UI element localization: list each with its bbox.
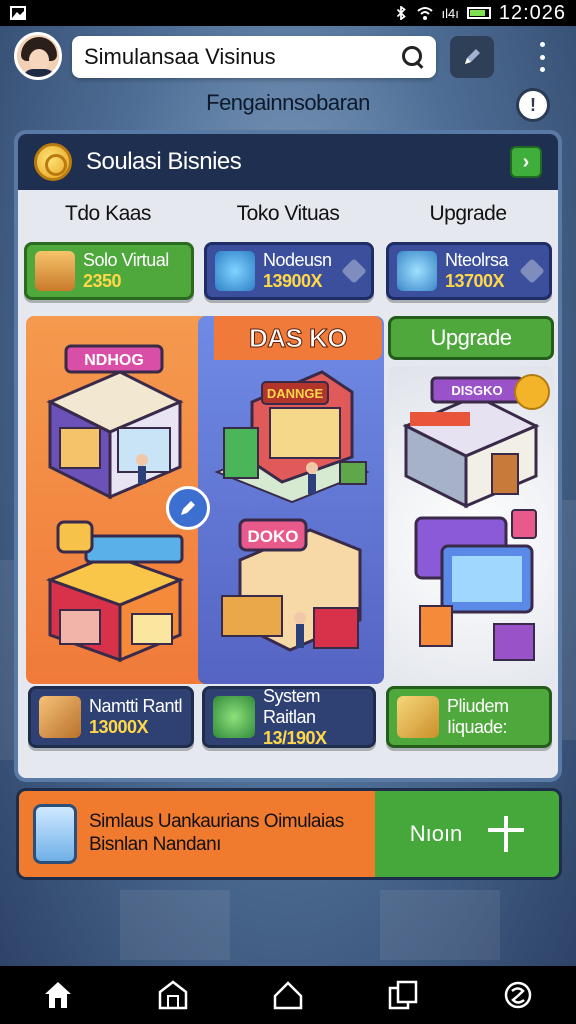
card-solo-virtual[interactable]: Solo Virtual 2350 bbox=[24, 242, 194, 300]
simulation-banner: Simlaus Uankaurians Oimulaias Bisnlan Na… bbox=[16, 788, 562, 880]
card-value: 13700X bbox=[445, 271, 505, 291]
shop-sign: DISGKO bbox=[451, 383, 502, 398]
card-system-raitlan[interactable]: System Raitlan 13/190X bbox=[202, 686, 376, 748]
status-bar: ıl4ı 12:026 bbox=[0, 0, 576, 26]
card-value: 2350 bbox=[83, 271, 122, 291]
house-outline-icon[interactable] bbox=[271, 978, 305, 1012]
edit-shop-button[interactable] bbox=[166, 486, 210, 530]
simulation-info: Simlaus Uankaurians Oimulaias Bisnlan Na… bbox=[19, 791, 375, 877]
dasko-tab[interactable]: DAS KO bbox=[214, 316, 382, 360]
bluetooth-icon bbox=[397, 6, 407, 20]
banner-line-2: Bisnlan Nandanı bbox=[89, 834, 221, 855]
card-value: 13900X bbox=[263, 271, 323, 291]
more-options-icon[interactable] bbox=[530, 42, 554, 72]
search-input[interactable]: Simulansaa Visinus bbox=[84, 44, 402, 70]
bg-decor-bottom-left bbox=[120, 890, 230, 960]
battery-icon bbox=[466, 7, 491, 19]
pencil-icon bbox=[181, 501, 195, 515]
avatar[interactable] bbox=[14, 32, 62, 80]
shop-sign: DOKO bbox=[248, 527, 299, 546]
plant-icon bbox=[213, 696, 255, 738]
shop-illustration-4[interactable]: DOKO bbox=[210, 510, 380, 670]
info-icon[interactable]: ! bbox=[516, 88, 550, 122]
edit-button[interactable] bbox=[450, 36, 494, 78]
card-value: 13/190X bbox=[263, 727, 327, 748]
shop-sign: DANNGE bbox=[267, 386, 324, 401]
card-namtti-rantl[interactable]: Namtti Rantl 13000X bbox=[28, 686, 194, 748]
wifi-icon bbox=[417, 7, 434, 20]
clock: 12:026 bbox=[498, 1, 566, 24]
figure-icon bbox=[397, 251, 437, 291]
card-title: Namtti Rantl bbox=[89, 696, 183, 716]
robot-icon bbox=[215, 251, 255, 291]
jar-icon bbox=[33, 804, 77, 864]
column-label: Tdo Kaas bbox=[65, 202, 151, 225]
settings-swirl-icon[interactable] bbox=[501, 978, 535, 1012]
bottom-nav bbox=[0, 966, 576, 1024]
gallery-icon bbox=[10, 6, 26, 20]
home-icon[interactable] bbox=[41, 978, 75, 1012]
shop-illustration-1[interactable]: NDHOG bbox=[40, 332, 190, 502]
column-labels: Tdo Kaas Toko Vituas Upgrade bbox=[18, 202, 558, 226]
panel-title: Soulasi Bisnies bbox=[86, 148, 242, 175]
store-icon[interactable] bbox=[156, 978, 190, 1012]
cup-icon bbox=[35, 251, 75, 291]
card-pliudem[interactable]: Pliudem Iiquade: bbox=[386, 686, 552, 748]
shop-illustration-2[interactable]: DANNGE bbox=[212, 362, 372, 512]
upgrade-button[interactable]: Upgrade bbox=[388, 316, 554, 360]
banner-action-label: Nıoın bbox=[409, 821, 463, 846]
bg-decor-bottom-right bbox=[380, 890, 500, 960]
tag-icon bbox=[519, 258, 545, 284]
page-subtitle: Fengainnsobaran bbox=[206, 90, 370, 115]
card-title: Pliudem bbox=[447, 696, 509, 716]
banner-action-button[interactable]: Nıoın bbox=[375, 791, 559, 877]
card-value: Iiquade: bbox=[447, 717, 508, 737]
card-title: Nodeusn bbox=[263, 250, 332, 271]
card-value: 13000X bbox=[89, 717, 149, 737]
pencil-icon bbox=[465, 49, 480, 64]
copy-icon[interactable] bbox=[386, 978, 420, 1012]
scroll-icon bbox=[39, 696, 81, 738]
column-label: Toko Vituas bbox=[236, 202, 340, 225]
coin-icon bbox=[34, 143, 72, 181]
tools-icon bbox=[397, 696, 439, 738]
tag-icon bbox=[341, 258, 367, 284]
signal-text: ıl4ı bbox=[441, 5, 459, 21]
card-nteolrsa[interactable]: Nteolrsa 13700X bbox=[386, 242, 552, 300]
banner-line-1: Simlaus Uankaurians Oimulaias bbox=[89, 811, 344, 833]
column-label: Upgrade bbox=[429, 202, 507, 225]
digital-screen-illustration[interactable] bbox=[396, 506, 546, 676]
panel-header: Soulasi Bisnies › bbox=[18, 134, 558, 190]
card-title: Nteolrsa bbox=[445, 250, 509, 271]
card-title: System Raitlan bbox=[263, 685, 321, 727]
search-bar[interactable]: Simulansaa Visinus bbox=[72, 36, 436, 78]
shop-illustration-3[interactable] bbox=[40, 510, 200, 670]
plus-icon bbox=[488, 816, 525, 852]
badge-icon[interactable] bbox=[514, 374, 550, 410]
next-button[interactable]: › bbox=[510, 146, 542, 178]
business-panel: Soulasi Bisnies › Tdo Kaas Toko Vituas U… bbox=[14, 130, 562, 782]
card-title: Solo Virtual bbox=[83, 250, 169, 271]
shop-sign: NDHOG bbox=[84, 352, 144, 369]
search-icon[interactable] bbox=[402, 46, 424, 68]
card-nodeusn[interactable]: Nodeusn 13900X bbox=[204, 242, 374, 300]
